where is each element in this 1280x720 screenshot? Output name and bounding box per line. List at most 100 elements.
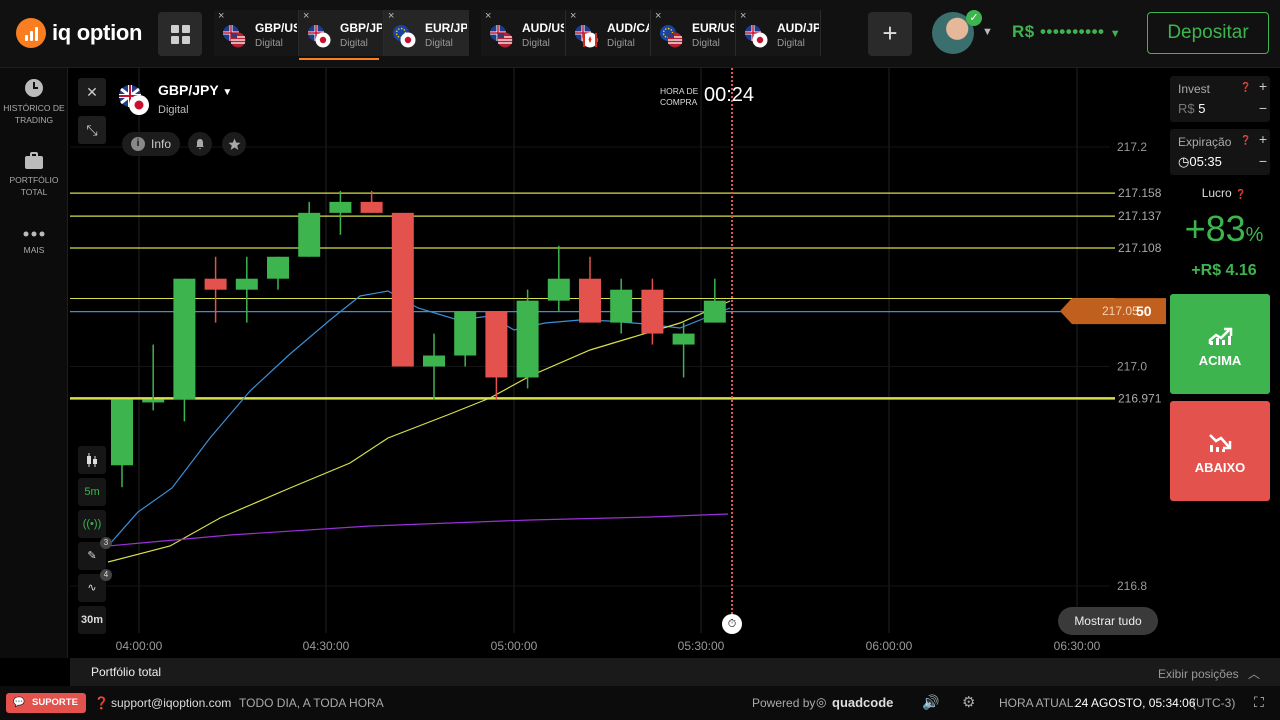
clock-icon xyxy=(25,79,43,97)
asset-type: Digital xyxy=(158,104,189,116)
tab-eur-jpy[interactable]: × EUR/JPY Digital xyxy=(384,10,469,56)
gbp-jpy-flag-icon xyxy=(119,85,149,115)
close-tab-icon[interactable]: × xyxy=(218,10,224,22)
draw-tools-button[interactable]: ✎ 3 xyxy=(78,537,112,570)
invest-currency: R$ xyxy=(1178,101,1195,116)
close-chart-button[interactable]: ✕ xyxy=(78,78,106,106)
signal-icon[interactable]: ((•)) xyxy=(78,510,106,538)
profit-percent: +83% xyxy=(1168,208,1280,250)
close-tab-icon[interactable]: × xyxy=(570,10,576,22)
brand-name: iq option xyxy=(52,20,143,45)
fullscreen-icon[interactable]: ⛶ xyxy=(1254,694,1264,711)
verified-check-icon: ✓ xyxy=(966,10,982,26)
briefcase-icon xyxy=(25,152,43,169)
level-label: 217.137 xyxy=(1118,209,1162,223)
tab-gbp-usd[interactable]: × GBP/USD Digital xyxy=(214,10,299,56)
invest-minus-button[interactable]: − xyxy=(1254,100,1272,116)
indicators-button[interactable]: ∿ 4 xyxy=(78,569,112,602)
percent-sign: % xyxy=(1245,224,1264,246)
star-icon[interactable] xyxy=(222,132,246,156)
sidebar-item-total-portfolio[interactable]: PORTFÓLIO TOTAL xyxy=(0,152,68,198)
candle-body xyxy=(204,278,227,290)
candles-icon xyxy=(87,453,97,467)
support-label: SUPORTE xyxy=(32,697,78,708)
add-tab-button[interactable]: + xyxy=(868,12,912,56)
profit-label: Lucro ❓ xyxy=(1201,186,1247,200)
higher-button[interactable]: ACIMA xyxy=(1170,294,1270,394)
gear-icon[interactable]: ⚙ xyxy=(962,693,975,711)
show-positions-toggle[interactable]: Exibir posições ︿ xyxy=(1158,665,1260,682)
tab-pair: EUR/JPY xyxy=(425,21,467,35)
tab-type: Digital xyxy=(692,38,720,49)
price-chart[interactable]: 04:00:00 04:30:00 05:00:00 05:30:00 06:00:00… xyxy=(70,68,1168,658)
chart-area[interactable]: 04:00:00 04:30:00 05:00:00 05:30:00 06:00:00… xyxy=(70,68,1168,658)
y-tick-label: 216.8 xyxy=(1117,579,1147,593)
show-all-button[interactable]: Mostrar tudo xyxy=(1058,607,1158,635)
purchase-timer: 00:24 xyxy=(704,84,755,106)
chat-icon: 💬 xyxy=(13,697,25,708)
tab-aud-jpy[interactable]: × AUD/JPY Digital xyxy=(736,10,821,56)
asset-selector[interactable]: GBP/JPY ▼ xyxy=(158,82,232,98)
bell-icon[interactable] xyxy=(188,132,212,156)
lower-button[interactable]: ABAIXO xyxy=(1170,401,1270,501)
volume-icon[interactable]: 🔊 xyxy=(922,694,939,711)
timeframe-button[interactable]: 5m xyxy=(78,478,106,506)
sidebar-item-label: PORTFÓLIO TOTAL xyxy=(9,175,59,197)
chevron-down-icon[interactable]: ▼ xyxy=(982,26,993,38)
stopwatch-icon: ⏱ xyxy=(722,614,742,634)
ma-blue-line xyxy=(107,290,731,547)
support-hours: TODO DIA, A TODA HORA xyxy=(239,696,384,710)
portfolio-title: Portfólio total xyxy=(91,665,162,679)
profit-percent-value: +83 xyxy=(1184,208,1246,249)
tab-gbp-jpy[interactable]: × GBP/JPY Digital xyxy=(299,10,384,60)
tab-type: Digital xyxy=(522,38,550,49)
asset-grid-button[interactable] xyxy=(158,12,202,56)
close-tab-icon[interactable]: × xyxy=(485,10,491,22)
sidebar-item-more[interactable]: MAIS xyxy=(0,228,68,256)
info-icon: i xyxy=(130,137,145,151)
expiry-label: Expiração xyxy=(1178,135,1232,149)
close-tab-icon[interactable]: × xyxy=(303,10,309,22)
candle-body xyxy=(579,278,601,323)
support-button[interactable]: 💬 SUPORTE xyxy=(6,693,86,713)
support-email[interactable]: support@iqoption.com xyxy=(111,696,231,710)
more-icon xyxy=(23,231,45,237)
sidebar-item-trading-history[interactable]: HISTÓRICO DE TRADING xyxy=(0,78,68,126)
footer: 💬 SUPORTE ❓ support@iqoption.com TODO DI… xyxy=(0,686,1280,720)
asset-name: GBP/JPY xyxy=(158,82,219,98)
candle-type-button[interactable] xyxy=(78,446,106,474)
info-button[interactable]: i Info xyxy=(122,132,180,156)
chart-interval-button[interactable]: 30m xyxy=(78,606,106,634)
trend-down-icon xyxy=(1209,434,1232,452)
invest-value[interactable]: R$ 5 xyxy=(1178,101,1205,116)
help-icon[interactable]: ❓ xyxy=(1240,82,1251,93)
left-sidebar: HISTÓRICO DE TRADING PORTFÓLIO TOTAL MAI… xyxy=(0,68,68,658)
expiry-value[interactable]: ◷05:35 xyxy=(1178,154,1222,170)
invest-plus-button[interactable]: + xyxy=(1254,78,1272,94)
tab-eur-usd[interactable]: × EUR/USD Digital xyxy=(651,10,736,56)
lower-label: ABAIXO xyxy=(1194,460,1246,475)
expiry-minus-button[interactable]: − xyxy=(1254,153,1272,169)
close-tab-icon[interactable]: × xyxy=(655,10,661,22)
candle-body xyxy=(454,311,477,356)
candle-body xyxy=(173,278,196,400)
tab-aud-cad[interactable]: × AUD/CAD Digital xyxy=(566,10,651,56)
trend-up-icon xyxy=(1208,327,1233,345)
tab-aud-usd[interactable]: × AUD/USD Digital xyxy=(481,10,566,56)
pencil-icon: ✎ xyxy=(87,550,97,562)
close-tab-icon[interactable]: × xyxy=(740,10,746,22)
brand-logo[interactable]: iq option xyxy=(16,18,142,48)
deposit-button[interactable]: Depositar xyxy=(1147,12,1269,54)
close-tab-icon[interactable]: × xyxy=(388,10,394,22)
au-jp-flag-icon xyxy=(745,25,768,48)
collapse-icon[interactable]: ⤡ xyxy=(78,116,106,144)
candle-body xyxy=(391,212,414,367)
expiry-plus-button[interactable]: + xyxy=(1254,131,1272,147)
tab-pair: AUD/USD xyxy=(522,21,564,35)
portfolio-bar[interactable]: Portfólio total Exibir posições ︿ xyxy=(70,658,1280,686)
help-icon[interactable]: ❓ xyxy=(1240,135,1251,146)
help-icon[interactable]: ❓ xyxy=(1235,189,1246,199)
account-balance[interactable]: R$ •••••••••• ▼ xyxy=(1012,22,1121,42)
purchase-time-label: HORA DE COMPRA xyxy=(660,86,699,107)
ma-yellow-line xyxy=(107,300,731,563)
